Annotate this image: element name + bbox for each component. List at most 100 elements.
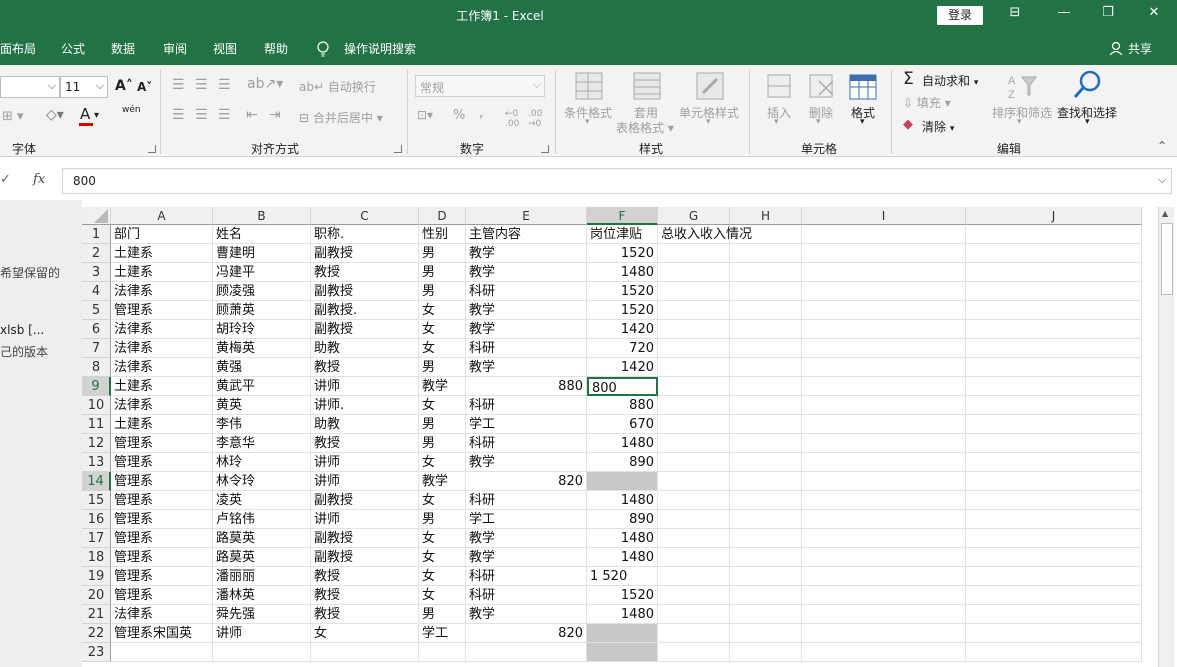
table-cell[interactable]: 科研 bbox=[466, 396, 587, 415]
font-color-dropdown-icon[interactable]: ▾ bbox=[94, 110, 99, 121]
row-header[interactable]: 9 bbox=[82, 377, 111, 396]
table-cell[interactable] bbox=[730, 301, 802, 320]
table-cell[interactable] bbox=[730, 263, 802, 282]
table-cell[interactable]: 科研 bbox=[466, 567, 587, 586]
sort-filter-button[interactable]: 排序和筛选 bbox=[992, 104, 1052, 121]
table-cell[interactable]: 教学 bbox=[466, 320, 587, 339]
table-cell[interactable]: 管理系 bbox=[111, 529, 213, 548]
table-cell[interactable]: 男 bbox=[419, 510, 466, 529]
table-cell[interactable]: 黄强 bbox=[213, 358, 311, 377]
table-cell[interactable]: 姓名 bbox=[213, 225, 311, 244]
table-cell[interactable] bbox=[966, 358, 1142, 377]
vertical-scrollbar[interactable]: ▲ bbox=[1158, 207, 1174, 667]
table-cell[interactable] bbox=[802, 415, 966, 434]
insert-button[interactable]: 插入 bbox=[767, 104, 791, 121]
table-cell[interactable] bbox=[658, 605, 730, 624]
table-cell[interactable]: 女 bbox=[419, 339, 466, 358]
table-cell[interactable] bbox=[658, 263, 730, 282]
table-cell[interactable]: 林玲 bbox=[213, 453, 311, 472]
table-cell[interactable]: 法律系 bbox=[111, 396, 213, 415]
wrap-text-button[interactable]: ab↵ 自动换行 bbox=[299, 78, 376, 95]
table-cell[interactable] bbox=[658, 453, 730, 472]
align-center-icon[interactable]: ☰ bbox=[195, 107, 208, 123]
table-cell[interactable]: 副教授. bbox=[311, 301, 419, 320]
table-cell[interactable] bbox=[658, 624, 730, 643]
table-cell[interactable]: 性别 bbox=[419, 225, 466, 244]
table-cell[interactable] bbox=[658, 472, 730, 491]
table-cell[interactable]: 土建系 bbox=[111, 377, 213, 396]
table-cell[interactable] bbox=[311, 643, 419, 662]
table-cell[interactable] bbox=[730, 434, 802, 453]
table-cell[interactable]: 部门 bbox=[111, 225, 213, 244]
table-cell[interactable]: 1520 bbox=[587, 244, 658, 263]
table-cell[interactable] bbox=[802, 282, 966, 301]
column-header-h[interactable]: H bbox=[730, 207, 802, 225]
table-cell[interactable] bbox=[802, 548, 966, 567]
table-cell[interactable] bbox=[966, 605, 1142, 624]
table-cell[interactable] bbox=[966, 529, 1142, 548]
table-cell[interactable]: 黄梅英 bbox=[213, 339, 311, 358]
tab-data[interactable]: 数据 bbox=[111, 40, 135, 57]
table-cell[interactable]: 凌英 bbox=[213, 491, 311, 510]
column-header-a[interactable]: A bbox=[111, 207, 213, 225]
number-dialog-launcher-icon[interactable] bbox=[541, 145, 549, 153]
table-cell[interactable]: 胡玲玲 bbox=[213, 320, 311, 339]
phonetic-icon[interactable]: wén bbox=[122, 105, 141, 115]
tab-page-layout[interactable]: 面布局 bbox=[0, 40, 36, 57]
table-cell[interactable] bbox=[966, 567, 1142, 586]
table-cell[interactable] bbox=[658, 491, 730, 510]
column-header-g[interactable]: G bbox=[658, 207, 730, 225]
table-cell[interactable]: 主管内容 bbox=[466, 225, 587, 244]
table-cell[interactable] bbox=[587, 472, 658, 491]
table-cell[interactable]: 黄武平 bbox=[213, 377, 311, 396]
table-cell[interactable]: 岗位津贴 bbox=[587, 225, 658, 244]
table-cell[interactable] bbox=[658, 529, 730, 548]
table-cell[interactable]: 教学 bbox=[466, 358, 587, 377]
table-cell[interactable] bbox=[802, 434, 966, 453]
table-cell[interactable]: 880 bbox=[466, 377, 587, 396]
table-cell[interactable]: 1480 bbox=[587, 529, 658, 548]
table-cell[interactable] bbox=[730, 377, 802, 396]
align-right-icon[interactable]: ☰ bbox=[218, 107, 231, 123]
table-cell[interactable]: 顾凌强 bbox=[213, 282, 311, 301]
table-cell[interactable]: 女 bbox=[419, 320, 466, 339]
table-cell[interactable] bbox=[658, 358, 730, 377]
table-cell[interactable]: 职称. bbox=[311, 225, 419, 244]
table-cell[interactable] bbox=[730, 529, 802, 548]
table-cell[interactable] bbox=[802, 453, 966, 472]
row-header[interactable]: 12 bbox=[82, 434, 111, 453]
table-cell[interactable] bbox=[730, 225, 802, 244]
table-cell[interactable] bbox=[658, 643, 730, 662]
table-cell[interactable] bbox=[658, 415, 730, 434]
share-button[interactable]: 共享 bbox=[1128, 40, 1152, 57]
table-cell[interactable]: 法律系 bbox=[111, 605, 213, 624]
table-cell[interactable]: 助教 bbox=[311, 339, 419, 358]
table-cell[interactable]: 教学 bbox=[419, 472, 466, 491]
font-dialog-launcher-icon[interactable] bbox=[148, 145, 156, 153]
comma-style-icon[interactable]: , bbox=[479, 105, 483, 121]
autosum-button[interactable]: 自动求和 ▾ bbox=[922, 72, 978, 89]
table-cell[interactable] bbox=[658, 244, 730, 263]
table-cell[interactable]: 法律系 bbox=[111, 320, 213, 339]
table-cell[interactable]: 卢铭伟 bbox=[213, 510, 311, 529]
table-cell[interactable] bbox=[966, 548, 1142, 567]
delete-button[interactable]: 删除 bbox=[809, 104, 833, 121]
tell-me-search[interactable]: 操作说明搜索 bbox=[344, 40, 416, 57]
table-cell[interactable]: 1520 bbox=[587, 301, 658, 320]
number-format-select[interactable]: 常规 ⌵ bbox=[415, 75, 545, 97]
table-cell[interactable]: 管理系 bbox=[111, 472, 213, 491]
align-top-icon[interactable]: ☰ bbox=[172, 77, 185, 93]
scroll-thumb[interactable] bbox=[1161, 223, 1173, 295]
table-cell[interactable] bbox=[466, 643, 587, 662]
table-cell[interactable] bbox=[966, 415, 1142, 434]
close-icon[interactable]: ✕ bbox=[1140, 5, 1168, 20]
table-cell[interactable]: 科研 bbox=[466, 586, 587, 605]
table-cell[interactable]: 820 bbox=[466, 624, 587, 643]
table-cell[interactable]: 教授 bbox=[311, 605, 419, 624]
table-cell[interactable]: 舜先强 bbox=[213, 605, 311, 624]
table-cell[interactable]: 890 bbox=[587, 453, 658, 472]
table-cell[interactable] bbox=[966, 244, 1142, 263]
table-cell[interactable] bbox=[966, 339, 1142, 358]
table-cell[interactable] bbox=[111, 643, 213, 662]
table-cell[interactable] bbox=[966, 396, 1142, 415]
